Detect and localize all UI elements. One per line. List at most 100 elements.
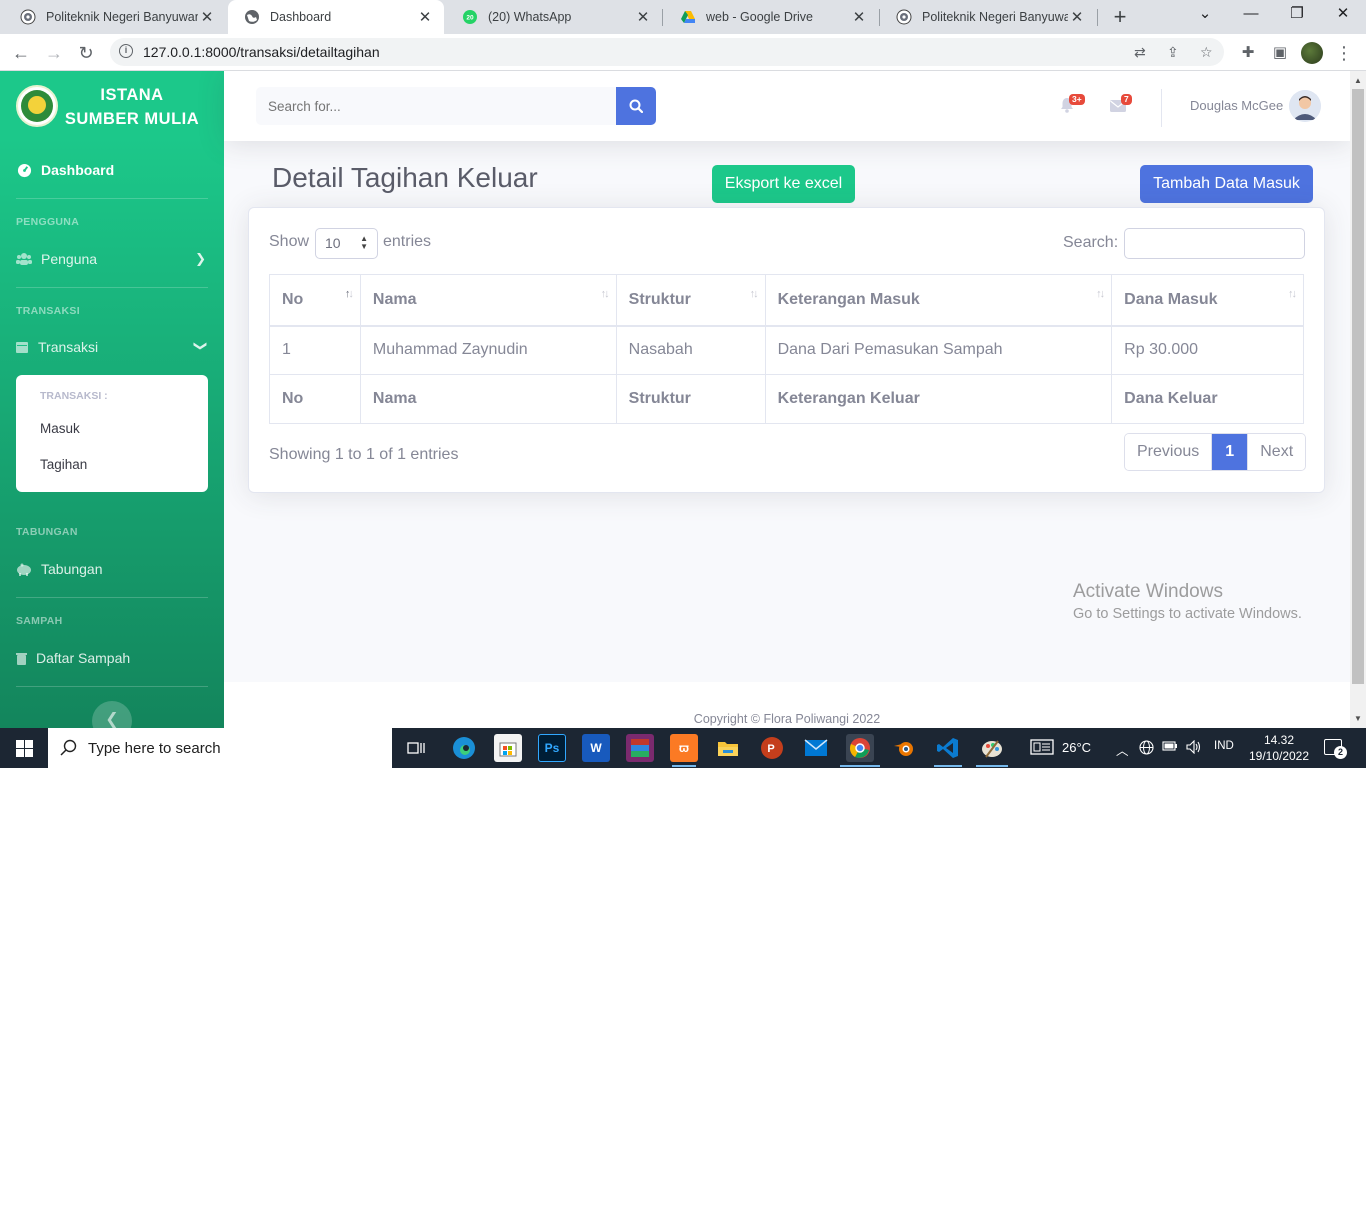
paint-icon[interactable] (978, 734, 1006, 762)
sidebar-item-label: Daftar Sampah (36, 650, 131, 666)
chevron-up-icon[interactable]: ︿ (1116, 740, 1129, 759)
url-text[interactable]: 127.0.0.1:8000/transaksi/detailtagihan (143, 44, 380, 60)
sidebar-item-dashboard[interactable]: Dashboard (16, 158, 208, 182)
footer-cell: Dana Keluar (1111, 374, 1304, 424)
sort-icon: ↑↓ (1096, 288, 1105, 300)
scrollbar-thumb[interactable] (1352, 89, 1364, 684)
more-menu-icon[interactable]: ⋮ (1331, 40, 1357, 66)
submenu-item-tagihan[interactable]: Tagihan (40, 457, 87, 472)
sidebar-toggle-button[interactable]: ❮ (92, 701, 132, 728)
column-header-struktur[interactable]: Struktur ↑↓ (615, 274, 766, 327)
mail-icon[interactable] (802, 734, 830, 762)
notification-center-icon[interactable]: 2 (1324, 739, 1347, 759)
sidebar-item-tabungan[interactable]: Tabungan (16, 557, 208, 581)
entries-select[interactable]: 10 ▲ ▼ (315, 228, 378, 259)
previous-page-button[interactable]: Previous (1125, 434, 1213, 470)
sidebar-item-daftar-sampah[interactable]: Daftar Sampah (16, 646, 208, 670)
winrar-icon[interactable] (626, 734, 654, 762)
scroll-down-arrow-icon[interactable]: ▼ (1354, 714, 1362, 723)
browser-tab[interactable]: Politeknik Negeri Banyuwangi ✕ (4, 0, 226, 34)
site-info-icon[interactable]: i (119, 44, 133, 58)
add-data-button[interactable]: Tambah Data Masuk (1140, 165, 1313, 203)
column-header-keterangan[interactable]: Keterangan Masuk ↑↓ (764, 274, 1113, 327)
close-tab-icon[interactable]: ✕ (850, 8, 868, 26)
chrome-icon[interactable] (846, 734, 874, 762)
page-scrollbar[interactable]: ▲ ▼ (1350, 71, 1366, 728)
extensions-puzzle-icon[interactable]: ✚ (1235, 40, 1261, 66)
new-tab-button[interactable]: + (1108, 4, 1132, 30)
translate-icon[interactable]: ⇄ (1134, 44, 1146, 61)
sidebar-divider (16, 198, 208, 199)
table-footer-row: No Nama Struktur Keterangan Keluar Dana … (269, 374, 1304, 424)
file-explorer-icon[interactable] (714, 734, 742, 762)
google-drive-icon (680, 9, 696, 25)
profile-avatar[interactable] (1301, 42, 1323, 64)
scroll-up-arrow-icon[interactable]: ▲ (1354, 76, 1362, 85)
alerts-dropdown[interactable]: 3+ (1060, 94, 1085, 113)
tab-search-chevron-icon[interactable]: ⌄ (1182, 0, 1228, 30)
column-header-label: Dana Masuk (1124, 290, 1218, 308)
column-header-nama[interactable]: Nama ↑↓ (359, 274, 617, 327)
side-panel-icon[interactable]: ▣ (1267, 40, 1293, 66)
bookmark-star-icon[interactable]: ☆ (1200, 44, 1213, 61)
edge-icon[interactable] (450, 734, 478, 762)
start-button[interactable] (0, 728, 48, 768)
weather-temp[interactable]: 26°C (1062, 740, 1091, 755)
reload-icon[interactable]: ↻ (73, 40, 99, 66)
microsoft-store-icon[interactable] (494, 734, 522, 762)
sidebar-item-penguna[interactable]: Penguna ❯ (16, 247, 208, 271)
column-header-no[interactable]: No ↑↓ (269, 274, 361, 327)
search-button[interactable] (616, 87, 656, 125)
messages-dropdown[interactable]: 7 (1110, 94, 1132, 113)
windows-taskbar: Type here to search Ps W ϖ P 26°C ︿ IND … (0, 728, 1366, 768)
taskbar-search-box[interactable]: Type here to search (48, 728, 392, 768)
user-avatar[interactable] (1289, 90, 1321, 122)
system-clock[interactable]: 14.32 19/10/2022 (1248, 732, 1310, 764)
xampp-icon[interactable]: ϖ (670, 734, 698, 762)
powerpoint-icon[interactable]: P (758, 734, 786, 762)
submenu-item-masuk[interactable]: Masuk (40, 421, 80, 436)
topbar-divider (1161, 89, 1162, 127)
sidebar-brand[interactable]: ISTANA SUMBER MULIA (0, 71, 224, 141)
close-window-button[interactable]: ✕ (1320, 0, 1366, 30)
table-header-row: No ↑↓ Nama ↑↓ Struktur ↑↓ Keterangan Masuk ↑… (269, 274, 1304, 327)
topbar-search (256, 87, 656, 125)
weather-icon[interactable] (1030, 738, 1054, 759)
address-bar[interactable]: i 127.0.0.1:8000/transaksi/detailtagihan… (110, 38, 1224, 66)
close-tab-icon[interactable]: ✕ (416, 8, 434, 26)
battery-icon[interactable] (1162, 740, 1178, 755)
task-view-icon[interactable] (402, 734, 430, 762)
browser-tab[interactable]: web - Google Drive ✕ (664, 0, 878, 34)
forward-arrow-icon[interactable]: → (41, 40, 67, 66)
username[interactable]: Douglas McGee (1190, 98, 1283, 113)
column-header-label: Keterangan Masuk (777, 290, 920, 308)
vscode-icon[interactable] (934, 734, 962, 762)
browser-tab[interactable]: 20 (20) WhatsApp ✕ (446, 0, 662, 34)
browser-tab-active[interactable]: Dashboard ✕ (228, 0, 444, 34)
column-header-dana[interactable]: Dana Masuk ↑↓ (1111, 274, 1304, 327)
language-indicator[interactable]: IND (1214, 740, 1234, 752)
volume-icon[interactable] (1186, 739, 1202, 757)
close-tab-icon[interactable]: ✕ (634, 8, 652, 26)
share-icon[interactable]: ⇪ (1167, 44, 1179, 61)
chevron-down-icon: ❯ (193, 340, 209, 352)
export-excel-button[interactable]: Eksport ke excel (712, 165, 855, 203)
sidebar-item-transaksi[interactable]: Transaksi ❯ (16, 335, 209, 359)
minimize-button[interactable]: — (1228, 0, 1274, 30)
back-arrow-icon[interactable]: ← (8, 40, 34, 66)
word-icon[interactable]: W (582, 734, 610, 762)
whatsapp-icon: 20 (462, 9, 478, 25)
restore-button[interactable]: ❐ (1274, 0, 1320, 30)
photoshop-icon[interactable]: Ps (538, 734, 566, 762)
close-tab-icon[interactable]: ✕ (1068, 8, 1086, 26)
next-page-button[interactable]: Next (1247, 434, 1306, 470)
blender-icon[interactable] (890, 734, 918, 762)
table-search-input[interactable] (1124, 228, 1305, 259)
close-tab-icon[interactable]: ✕ (198, 8, 216, 26)
globe-network-icon[interactable] (1139, 740, 1154, 758)
search-input[interactable] (256, 87, 616, 125)
running-indicator (934, 765, 962, 767)
browser-tab[interactable]: Politeknik Negeri Banyuwangi ✕ (880, 0, 1096, 34)
page-button-current[interactable]: 1 (1212, 434, 1248, 470)
column-header-label: Struktur (628, 290, 691, 308)
